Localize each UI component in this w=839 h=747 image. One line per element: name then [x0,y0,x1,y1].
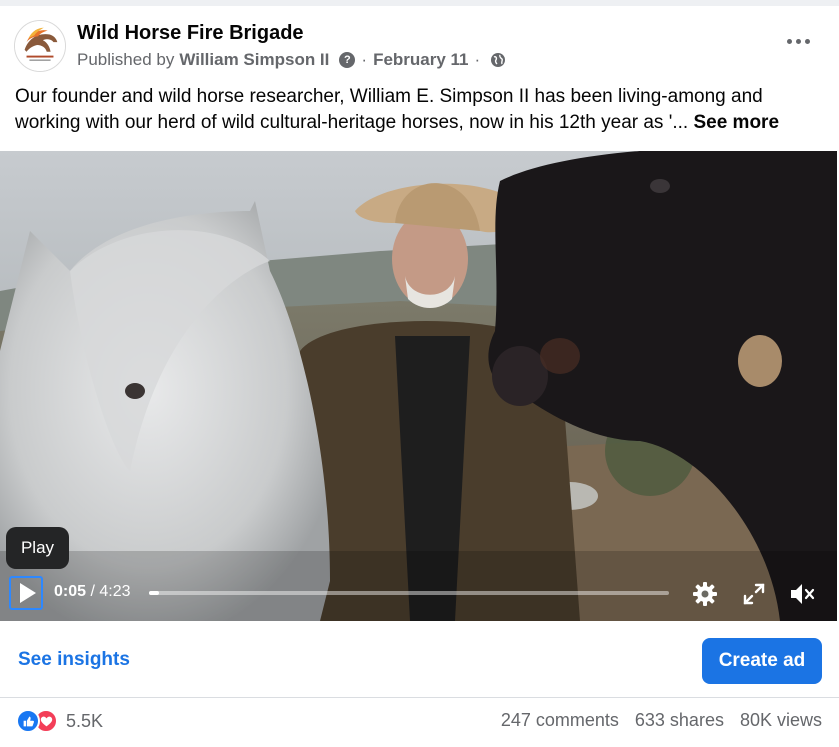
post-card: Wild Horse Fire Brigade Published by Wil… [0,0,839,747]
dot-icon [804,38,810,44]
post-stats: 247 comments 633 shares 80K views [501,710,822,731]
dot-icon [795,38,801,44]
globe-icon [490,52,506,68]
views-count: 80K views [739,710,822,730]
settings-button[interactable] [691,580,719,608]
mute-icon [791,584,815,604]
play-tooltip: Play [6,527,69,569]
play-icon [20,583,36,603]
see-more-link[interactable]: See more [693,112,779,133]
comments-count[interactable]: 247 comments [501,710,619,731]
separator-dot: · [361,50,368,69]
mute-button[interactable] [788,580,816,608]
video-frame [0,151,837,621]
see-insights-link[interactable]: See insights [18,649,130,671]
post-text: Our founder and wild horse researcher, W… [15,84,815,136]
reactions-summary[interactable]: 5.5K [16,709,103,733]
post-meta: Published by William Simpson II ? · Febr… [77,50,506,70]
fullscreen-icon [743,583,765,605]
horse-logo-icon [15,21,65,71]
question-icon[interactable]: ? [339,52,356,68]
page-name[interactable]: Wild Horse Fire Brigade [77,22,304,45]
reactions-count: 5.5K [66,710,104,731]
shares-count[interactable]: 633 shares [635,710,724,731]
total-time: / 4:23 [90,583,131,600]
published-by-label: Published by [77,50,175,69]
more-options-button[interactable] [783,30,813,52]
page-avatar[interactable] [14,20,66,72]
gear-icon [693,582,717,606]
progress-fill [149,591,160,595]
like-icon [16,709,40,733]
author-link[interactable]: William Simpson II [179,50,329,70]
divider [0,697,839,698]
video-timecode: 0:05 / 4:23 [54,583,131,601]
fullscreen-button[interactable] [740,580,768,608]
separator-dot: · [474,50,481,69]
post-date[interactable]: February 11 [373,50,468,70]
create-ad-button[interactable]: Create ad [702,638,822,684]
video-player[interactable] [0,151,837,621]
post-body: Our founder and wild horse researcher, W… [15,86,763,133]
top-divider [0,0,839,6]
current-time: 0:05 [54,583,87,600]
dot-icon [786,38,792,44]
play-button[interactable] [9,576,43,610]
progress-bar[interactable] [149,591,669,595]
